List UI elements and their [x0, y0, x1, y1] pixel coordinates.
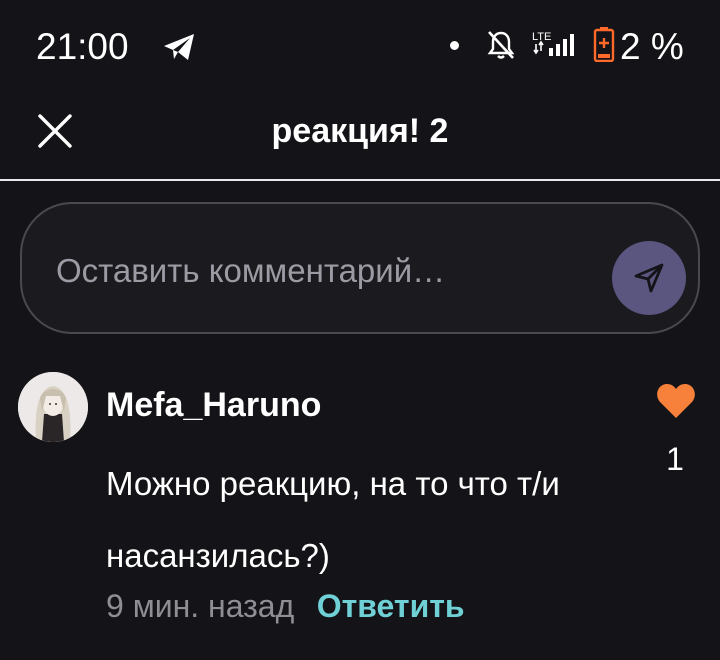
avatar-image — [18, 372, 88, 442]
battery-icon — [593, 27, 615, 62]
header: реакция! 2 — [0, 90, 720, 180]
header-divider — [0, 179, 720, 181]
reply-button[interactable]: Ответить — [317, 588, 465, 624]
signal-icon — [533, 34, 574, 56]
telegram-icon — [164, 34, 194, 60]
battery-percentage: 2 % — [620, 26, 684, 67]
send-button[interactable] — [612, 241, 686, 315]
status-bar: 21:00 LTE 2 % — [0, 0, 720, 90]
comment-meta: 9 мин. назад Ответить — [106, 585, 465, 627]
dot-icon — [450, 41, 459, 50]
status-time: 21:00 — [36, 26, 129, 67]
bell-off-icon — [487, 31, 515, 59]
comment-input[interactable] — [56, 250, 576, 292]
comment-author[interactable]: Mefa_Haruno — [106, 384, 321, 426]
send-icon — [634, 263, 664, 293]
comment-input-box — [20, 202, 700, 334]
avatar[interactable] — [18, 372, 88, 442]
comment-text: Можно реакцию, на то что т/и насанзилась… — [106, 465, 560, 574]
page-title: реакция! 2 — [271, 112, 449, 150]
like-count: 1 — [666, 441, 684, 477]
heart-icon[interactable] — [655, 382, 697, 420]
comment-time: 9 мин. назад — [106, 588, 295, 624]
